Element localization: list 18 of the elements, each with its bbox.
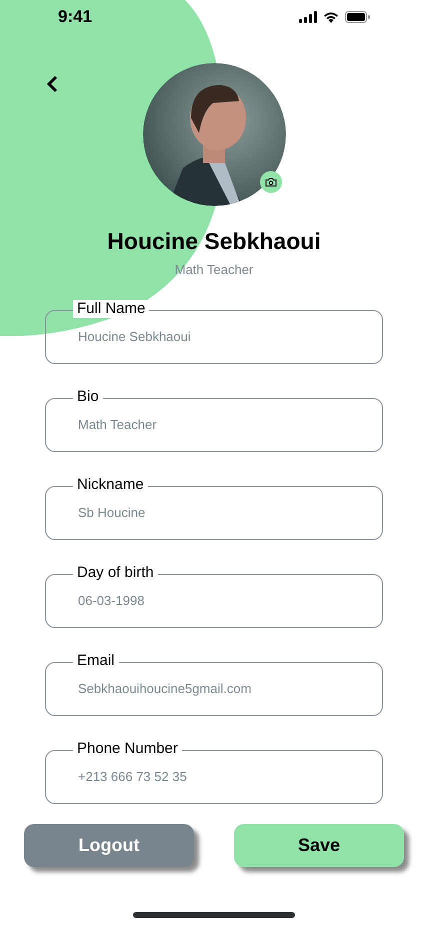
field-value: Houcine Sebkhaoui <box>78 328 191 346</box>
profile-name: Houcine Sebkhaoui <box>106 227 322 256</box>
camera-icon <box>264 177 276 187</box>
logout-button[interactable]: Logout <box>24 824 194 866</box>
signal-icon <box>299 11 317 23</box>
field-value: Sb Houcine <box>78 504 146 522</box>
field-label: Day of birth <box>73 564 158 582</box>
field-value: Sebkhaouihoucine5gmail.com <box>78 680 252 698</box>
field-label: Full Name <box>73 300 150 318</box>
camera-button[interactable] <box>260 171 282 193</box>
field-value: 06-03-1998 <box>78 592 144 610</box>
save-button[interactable]: Save <box>234 824 404 866</box>
wifi-icon <box>323 11 339 23</box>
back-icon <box>46 75 58 93</box>
battery-icon <box>345 11 370 23</box>
field-value: +213 666 73 52 35 <box>78 768 187 786</box>
status-time: 9:41 <box>58 6 92 28</box>
field-value: Math Teacher <box>78 416 157 434</box>
